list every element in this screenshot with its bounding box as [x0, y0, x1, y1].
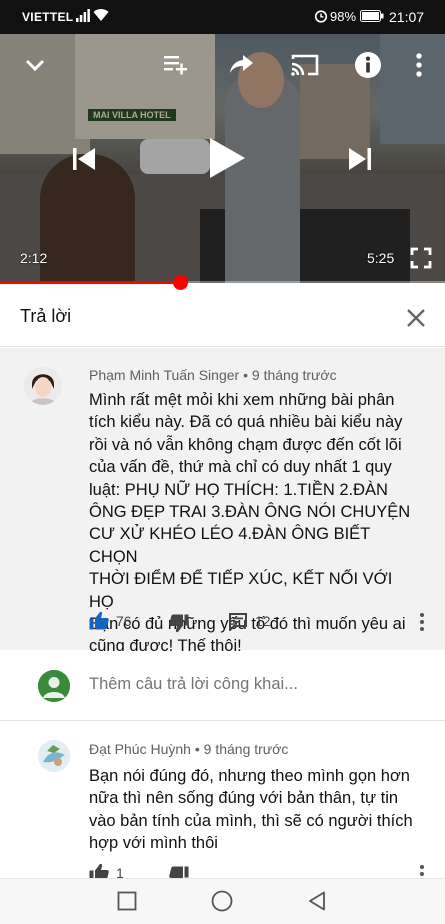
comment-meta: Phạm Minh Tuấn Singer • 9 tháng trước: [89, 367, 337, 383]
comment-author[interactable]: Đạt Phúc Huỳnh: [89, 741, 191, 757]
alarm-icon: [314, 10, 328, 23]
parent-comment: Phạm Minh Tuấn Singer • 9 tháng trước Mì…: [0, 348, 445, 655]
add-to-playlist-icon[interactable]: [163, 53, 189, 77]
comment-line: tích kiểu này. Đã có quá nhiều bài kiểu …: [89, 413, 403, 432]
comment-line: Bạn nói đúng đó, nhưng theo mình gọn hơn: [89, 767, 410, 785]
reply-comment-icon[interactable]: [229, 613, 247, 631]
recent-apps-icon[interactable]: [117, 891, 137, 911]
signal-icon: [76, 9, 90, 22]
reply-input[interactable]: [89, 675, 409, 694]
avatar[interactable]: [24, 367, 62, 405]
comment-line: nữa thì nên sống đúng với bản thân, tự t…: [89, 789, 399, 808]
avatar: [38, 670, 70, 702]
info-icon[interactable]: [354, 51, 382, 79]
comment-line: luật: PHỤ NỮ HỌ THÍCH: 1.TIỀN 2.ĐÀN: [89, 480, 388, 499]
more-vert-icon[interactable]: [414, 52, 424, 78]
comment-body: Mình rất mệt mỏi khi xem những bài phân …: [89, 389, 419, 658]
more-vert-icon[interactable]: [419, 613, 425, 631]
close-icon[interactable]: [402, 304, 430, 332]
dislike-icon[interactable]: [169, 614, 189, 633]
current-time: 2:12: [20, 250, 48, 266]
wifi-icon: [93, 9, 109, 21]
reply-comment: Đạt Phúc Huỳnh • 9 tháng trước Bạn nói đ…: [0, 722, 445, 885]
share-icon[interactable]: [228, 52, 254, 76]
like-count: 76: [116, 613, 132, 629]
status-clock: 21:07: [389, 9, 425, 25]
progress-scrubber[interactable]: [173, 275, 188, 290]
comment-line: CƯ XỬ KHÉO LÉO 4.ĐÀN ÔNG BIẾT CHỌN: [89, 525, 370, 566]
comment-line: vào bản tính của mình, thì sẽ có người t…: [89, 811, 413, 830]
home-icon[interactable]: [211, 890, 233, 912]
comment-meta: Đạt Phúc Huỳnh • 9 tháng trước: [89, 741, 288, 757]
comment-time: 9 tháng trước: [203, 741, 289, 757]
comment-line: ÔNG ĐẸP TRAI 3.ĐÀN ÔNG NÓI CHUYỆN: [89, 503, 411, 522]
comment-line: Mình rất mệt mỏi khi xem những bài phân: [89, 391, 395, 409]
like-icon[interactable]: [89, 611, 109, 630]
comment-body: Bạn nói đúng đó, nhưng theo mình gọn hơn…: [89, 765, 419, 855]
next-icon[interactable]: [347, 146, 373, 172]
comment-line: của vấn đề, thứ mà chỉ có duy nhất 1 quy: [89, 458, 392, 477]
reply-panel-title: Trả lời: [20, 306, 72, 326]
comment-line: rồi và nó vẫn không chạm được đến cốt lõ…: [89, 435, 402, 454]
avatar[interactable]: [38, 740, 70, 772]
comment-author[interactable]: Phạm Minh Tuấn Singer: [89, 367, 239, 383]
previous-icon[interactable]: [71, 146, 97, 172]
reply-count: 12: [255, 613, 271, 629]
chevron-down-icon[interactable]: [22, 52, 48, 78]
battery-icon: [360, 10, 384, 22]
video-player[interactable]: MAI VILLA HOTEL 2:12 5:25: [0, 34, 445, 283]
comment-time: 9 tháng trước: [251, 367, 337, 383]
meta-separator: •: [194, 741, 204, 757]
comment-line: Bạn có đủ những yếu tố đó thì muốn yêu a…: [89, 615, 406, 634]
add-reply-bar: [0, 651, 445, 721]
carrier-label: VIETTEL: [22, 10, 74, 24]
play-icon[interactable]: [207, 136, 247, 180]
progress-played: [0, 281, 180, 284]
battery-percent: 98%: [330, 9, 357, 24]
status-bar: VIETTEL 98% 21:07: [0, 0, 445, 34]
duration-time: 5:25: [367, 250, 395, 266]
system-nav-bar: [0, 878, 445, 924]
cast-icon[interactable]: [290, 53, 320, 77]
comment-line: hợp với mình thôi: [89, 834, 218, 853]
back-icon[interactable]: [308, 891, 326, 911]
comment-line: THỜI ĐIỂM ĐỂ TIẾP XÚC, KẾT NỐI VỚI HỌ: [89, 570, 393, 611]
fullscreen-icon[interactable]: [410, 247, 432, 269]
meta-separator: •: [243, 367, 252, 383]
reply-panel-header: Trả lời: [0, 291, 445, 347]
app-screen: VIETTEL 98% 21:07 MAI VILLA HOTEL 2:12 5…: [0, 0, 445, 924]
